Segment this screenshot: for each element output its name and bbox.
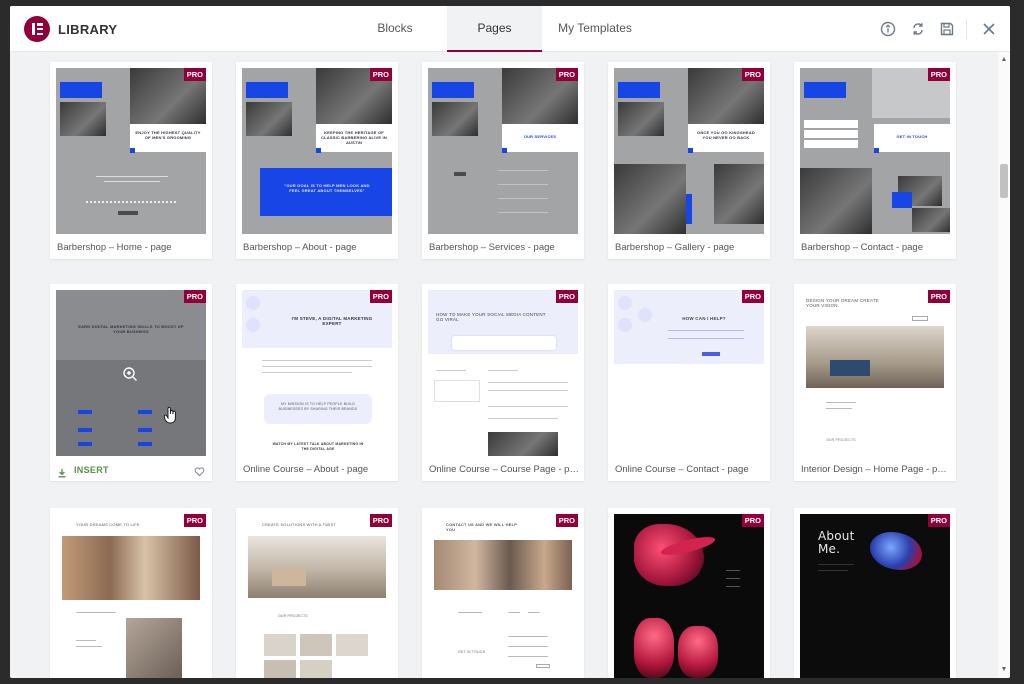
template-card[interactable]: ONCE YOU GO KINGSHEAD YOU NEVER GO BACK … bbox=[608, 62, 770, 259]
template-card[interactable]: HOW CAN I HELP? PRO Online Course – Cont… bbox=[608, 284, 770, 481]
pro-badge: PRO bbox=[183, 290, 206, 303]
pro-badge: PRO bbox=[927, 290, 950, 303]
template-preview: EARN DIGITAL MARKETING SKILLS TO BOOST U… bbox=[56, 290, 206, 456]
tab-my-templates[interactable]: My Templates bbox=[550, 6, 640, 52]
pro-badge: PRO bbox=[555, 68, 578, 81]
zoom-in-icon[interactable] bbox=[122, 366, 138, 382]
template-preview: ONCE YOU GO KINGSHEAD YOU NEVER GO BACK bbox=[614, 68, 764, 234]
scroll-up-icon[interactable]: ▲ bbox=[1000, 56, 1008, 64]
template-name: Interior Design – Home Page - page bbox=[801, 464, 951, 475]
template-card[interactable]: KEEPING THE HERITAGE OF CLASSIC BARBERIN… bbox=[236, 62, 398, 259]
pro-badge: PRO bbox=[741, 68, 764, 81]
template-preview: I'M STEVE, A DIGITAL MARKETING EXPERT MY… bbox=[242, 290, 392, 456]
close-icon[interactable] bbox=[979, 19, 999, 39]
template-card[interactable]: CREATE SOLUTIONS WITH A TWIST OUR PROJEC… bbox=[236, 508, 398, 678]
app-frame: LIBRARY Blocks Pages My Templates ENJOY … bbox=[0, 0, 1024, 684]
template-name: Barbershop – Gallery - page bbox=[615, 242, 735, 253]
template-preview: GET IN TOUCH bbox=[800, 68, 950, 234]
library-title: LIBRARY bbox=[58, 22, 118, 37]
template-preview: ENJOY THE HIGHEST QUALITY OF MEN'S GROOM… bbox=[56, 68, 206, 234]
template-name: Barbershop – Contact - page bbox=[801, 242, 923, 253]
pro-badge: PRO bbox=[927, 68, 950, 81]
template-preview: HOW CAN I HELP? bbox=[614, 290, 764, 456]
template-card[interactable]: OUR SERVICES PRO Barbershop – Services -… bbox=[422, 62, 584, 259]
info-icon[interactable] bbox=[878, 19, 898, 39]
template-name: Barbershop – Home - page bbox=[57, 242, 172, 253]
pro-badge: PRO bbox=[183, 514, 206, 527]
template-card[interactable]: DESIGN YOUR DREAM CREATE YOUR VISION. OU… bbox=[794, 284, 956, 481]
elementor-logo-icon bbox=[24, 16, 50, 42]
template-card[interactable]: GET IN TOUCH PRO Barbershop – Contact - … bbox=[794, 62, 956, 259]
template-name: Online Course – Contact - page bbox=[615, 464, 749, 475]
scrollbar-thumb[interactable] bbox=[1000, 164, 1008, 198]
heart-icon[interactable] bbox=[194, 464, 205, 477]
template-preview bbox=[614, 514, 764, 678]
hand-cursor-icon bbox=[163, 406, 178, 424]
tab-blocks[interactable]: Blocks bbox=[359, 6, 431, 52]
pro-badge: PRO bbox=[369, 290, 392, 303]
template-card[interactable]: YOUR DREAMS COME TO LIFE PRO bbox=[50, 508, 212, 678]
pro-badge: PRO bbox=[927, 514, 950, 527]
vertical-scrollbar[interactable]: ▲ ▼ bbox=[998, 52, 1010, 678]
template-name: Barbershop – About - page bbox=[243, 242, 357, 253]
pro-badge: PRO bbox=[555, 514, 578, 527]
template-card[interactable]: HOW TO MAKE YOUR SOCIAL MEDIA CONTENT GO… bbox=[422, 284, 584, 481]
template-preview: DESIGN YOUR DREAM CREATE YOUR VISION. OU… bbox=[800, 290, 950, 456]
scroll-down-icon[interactable]: ▼ bbox=[1000, 666, 1008, 674]
pro-badge: PRO bbox=[741, 514, 764, 527]
template-name: Barbershop – Services - page bbox=[429, 242, 555, 253]
header-divider bbox=[966, 19, 967, 39]
template-preview: KEEPING THE HERITAGE OF CLASSIC BARBERIN… bbox=[242, 68, 392, 234]
save-icon[interactable] bbox=[937, 19, 957, 39]
template-card[interactable]: ENJOY THE HIGHEST QUALITY OF MEN'S GROOM… bbox=[50, 62, 212, 259]
template-preview: CONTACT US AND WE WILL HELP YOU GET IN T… bbox=[428, 514, 578, 678]
pro-badge: PRO bbox=[183, 68, 206, 81]
library-modal: LIBRARY Blocks Pages My Templates ENJOY … bbox=[10, 6, 1010, 678]
library-header: LIBRARY Blocks Pages My Templates bbox=[10, 6, 1010, 52]
template-preview: CREATE SOLUTIONS WITH A TWIST OUR PROJEC… bbox=[242, 514, 392, 678]
template-card[interactable]: CONTACT US AND WE WILL HELP YOU GET IN T… bbox=[422, 508, 584, 678]
pro-badge: PRO bbox=[555, 290, 578, 303]
template-preview: OUR SERVICES bbox=[428, 68, 578, 234]
template-name: Online Course – Course Page - page bbox=[429, 464, 579, 475]
template-card[interactable]: I'M STEVE, A DIGITAL MARKETING EXPERT MY… bbox=[236, 284, 398, 481]
template-card[interactable]: EARN DIGITAL MARKETING SKILLS TO BOOST U… bbox=[50, 284, 212, 481]
insert-button[interactable]: INSERT bbox=[74, 465, 109, 475]
templates-grid: ENJOY THE HIGHEST QUALITY OF MEN'S GROOM… bbox=[10, 52, 998, 678]
template-card[interactable]: About Me. PRO bbox=[794, 508, 956, 678]
sync-icon[interactable] bbox=[908, 19, 928, 39]
template-name: Online Course – About - page bbox=[243, 464, 369, 475]
pro-badge: PRO bbox=[369, 68, 392, 81]
template-preview: HOW TO MAKE YOUR SOCIAL MEDIA CONTENT GO… bbox=[428, 290, 578, 456]
template-card[interactable]: PRO bbox=[608, 508, 770, 678]
tab-pages[interactable]: Pages bbox=[447, 6, 542, 52]
pro-badge: PRO bbox=[741, 290, 764, 303]
pro-badge: PRO bbox=[369, 514, 392, 527]
template-preview: About Me. bbox=[800, 514, 950, 678]
template-preview: YOUR DREAMS COME TO LIFE bbox=[56, 514, 206, 678]
download-icon[interactable] bbox=[57, 465, 67, 478]
